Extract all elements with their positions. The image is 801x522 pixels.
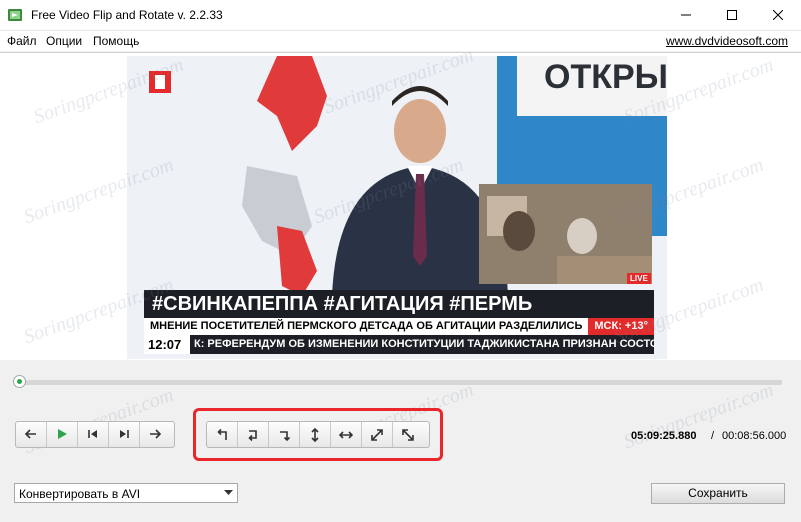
skip-end-button[interactable]	[109, 422, 140, 447]
seek-thumb[interactable]	[13, 375, 26, 388]
live-badge: LIVE	[627, 273, 651, 284]
subline-text: МНЕНИЕ ПОСЕТИТЕЛЕЙ ПЕРМСКОГО ДЕТСАДА ОБ …	[150, 320, 583, 332]
highlight-frame	[193, 408, 443, 461]
skip-start-button[interactable]	[78, 422, 109, 447]
play-button[interactable]	[47, 422, 78, 447]
step-forward-button[interactable]	[140, 422, 171, 447]
arrow-left-icon	[24, 429, 36, 439]
ticker-clock: 12:07	[144, 335, 190, 354]
close-icon	[773, 10, 783, 20]
play-icon	[58, 429, 67, 439]
menu-file[interactable]: Файл	[7, 34, 37, 48]
app-icon	[8, 9, 22, 21]
website-link[interactable]: www.dvdvideosoft.com	[666, 34, 788, 48]
current-time: 05:09:25.880	[631, 430, 697, 442]
video-frame: ОТКРЫ LIVE #СВИНКАПЕППА #АГИТАЦИЯ #ПЕРМЬ…	[127, 56, 667, 359]
minimize-button[interactable]	[663, 0, 709, 30]
ticker-bar: 12:07 К: РЕФЕРЕНДУМ ОБ ИЗМЕНЕНИИ КОНСТИТ…	[144, 335, 654, 354]
minimize-icon	[681, 14, 691, 16]
msk-temperature: МСК: +13°	[588, 318, 654, 335]
subline-banner: МНЕНИЕ ПОСЕТИТЕЛЕЙ ПЕРМСКОГО ДЕТСАДА ОБ …	[144, 318, 654, 335]
save-button[interactable]: Сохранить	[651, 483, 785, 504]
menu-options[interactable]: Опции	[46, 34, 82, 48]
watermark: Soringpcrepair.com	[620, 378, 777, 454]
step-back-button[interactable]	[16, 422, 47, 447]
studio-sign-text: ОТКРЫ	[544, 58, 667, 96]
maximize-icon	[727, 10, 737, 20]
total-time: 00:08:56.000	[722, 430, 787, 442]
convert-format-value: Конвертировать в AVI	[19, 487, 141, 501]
playback-controls	[15, 421, 175, 448]
skip-start-icon	[88, 430, 97, 438]
title-bar: Free Video Flip and Rotate v. 2.2.33	[0, 0, 801, 31]
seek-bar[interactable]	[16, 380, 782, 385]
menu-bar: Файл Опции Помощь www.dvdvideosoft.com	[0, 31, 801, 51]
window-title: Free Video Flip and Rotate v. 2.2.33	[31, 8, 223, 22]
skip-end-icon	[120, 430, 129, 438]
chevron-down-icon	[224, 490, 233, 495]
video-preview-area: ОТКРЫ LIVE #СВИНКАПЕППА #АГИТАЦИЯ #ПЕРМЬ…	[0, 52, 801, 360]
convert-format-select[interactable]: Конвертировать в AVI	[14, 483, 238, 503]
ticker-text: К: РЕФЕРЕНДУМ ОБ ИЗМЕНЕНИИ КОНСТИТУЦИИ Т…	[190, 335, 654, 354]
arrow-right-icon	[150, 429, 162, 439]
menu-help[interactable]: Помощь	[93, 34, 139, 48]
time-separator: /	[711, 430, 715, 442]
headline-banner: #СВИНКАПЕППА #АГИТАЦИЯ #ПЕРМЬ	[144, 290, 654, 318]
close-button[interactable]	[755, 0, 801, 30]
maximize-button[interactable]	[709, 0, 755, 30]
